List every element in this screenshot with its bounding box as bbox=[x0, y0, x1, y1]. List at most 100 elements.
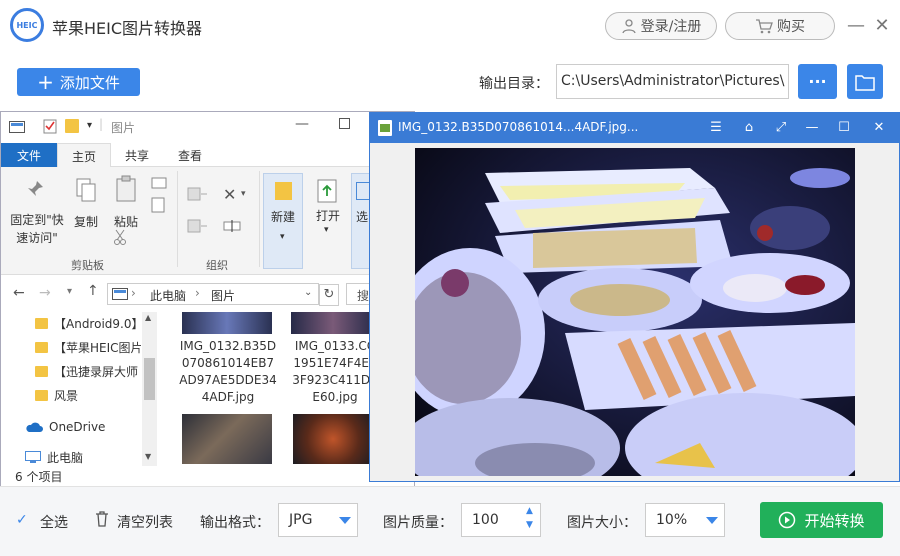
stepper-down-icon[interactable]: ▼ bbox=[526, 520, 533, 530]
nav-item-label: 【迅捷录屏大师 bbox=[54, 364, 139, 379]
copy-to-icon[interactable] bbox=[187, 219, 209, 233]
quick-access-dropdown-icon[interactable]: ▾ bbox=[87, 120, 92, 131]
new-dropdown-icon: ▾ bbox=[280, 232, 285, 242]
quality-value: 100 bbox=[472, 512, 499, 528]
refresh-icon[interactable]: ↻ bbox=[319, 284, 339, 306]
select-label: 选 bbox=[356, 210, 369, 224]
nav-item-label: 【苹果HEIC图片 bbox=[54, 340, 141, 355]
plus-icon: + bbox=[37, 70, 54, 94]
up-icon[interactable]: ↑ bbox=[87, 283, 99, 299]
scroll-down-icon[interactable]: ▼ bbox=[145, 452, 151, 461]
stepper-up-icon[interactable]: ▲ bbox=[526, 506, 533, 516]
title-separator: | bbox=[99, 117, 104, 131]
tab-home[interactable]: 主页 bbox=[57, 143, 112, 167]
delete-icon[interactable]: ✕ bbox=[223, 185, 236, 204]
pin-quick-access-button[interactable]: 固定到"快速访问" bbox=[7, 211, 67, 247]
open-button[interactable]: 打开 ▾ bbox=[307, 173, 349, 269]
tab-file[interactable]: 文件 bbox=[1, 143, 58, 167]
new-item-icon bbox=[275, 182, 292, 200]
move-to-icon[interactable] bbox=[187, 187, 209, 201]
viewer-title-bar: IMG_0132.B35D070861014...4ADF.jpg... ☰ ⌂… bbox=[370, 113, 900, 143]
buy-button[interactable]: 购买 bbox=[725, 12, 835, 40]
address-dropdown-icon[interactable]: ⌄ bbox=[304, 287, 312, 298]
folder-icon bbox=[35, 341, 48, 353]
nav-scroll-thumb[interactable] bbox=[144, 358, 155, 400]
nav-item-android[interactable]: 【Android9.0】 bbox=[1, 312, 141, 334]
nav-item-label: 【Android9.0】 bbox=[54, 316, 141, 331]
viewer-maximize-icon[interactable]: ☐ bbox=[835, 118, 853, 136]
minimize-icon[interactable]: — bbox=[845, 14, 867, 36]
copy-path-icon[interactable] bbox=[151, 177, 167, 189]
organize-group-label: 组织 bbox=[206, 259, 228, 272]
nav-item-onedrive[interactable]: OneDrive bbox=[1, 416, 141, 438]
rename-icon[interactable] bbox=[223, 219, 241, 233]
file-name-line: 4ADF.jpg bbox=[201, 390, 255, 404]
file-thumbnail[interactable] bbox=[182, 414, 272, 464]
tab-share[interactable]: 共享 bbox=[111, 143, 163, 167]
output-path-field[interactable]: C:\Users\Administrator\Pictures\ bbox=[556, 64, 789, 99]
format-value: JPG bbox=[289, 512, 313, 528]
select-all-label[interactable]: 全选 bbox=[40, 512, 68, 532]
viewer-minimize-icon[interactable]: — bbox=[803, 118, 821, 136]
ribbon-tabs: 文件 主页 共享 查看 bbox=[1, 143, 414, 167]
explorer-minimize-icon[interactable]: — bbox=[295, 116, 309, 132]
delete-dropdown-icon[interactable]: ▾ bbox=[241, 189, 246, 199]
browse-more-button[interactable]: ··· bbox=[798, 64, 837, 99]
food-photo bbox=[415, 148, 855, 476]
nav-item-heic[interactable]: 【苹果HEIC图片 bbox=[1, 336, 141, 358]
navigation-pane: 【Android9.0】 【苹果HEIC图片 【迅捷录屏大师 风景 OneDri… bbox=[1, 310, 157, 466]
app-logo-text: HEIC bbox=[16, 20, 38, 30]
file-item[interactable]: IMG_0132.B35D 070861014EB7 AD97AE5DDE34 … bbox=[173, 310, 283, 405]
folder-icon bbox=[855, 74, 875, 91]
trash-icon[interactable] bbox=[95, 511, 109, 527]
cloud-icon bbox=[26, 422, 43, 432]
properties-check-icon[interactable] bbox=[43, 119, 57, 134]
nav-item-label: 此电脑 bbox=[47, 450, 84, 465]
fullscreen-icon[interactable]: ⤢ bbox=[772, 118, 790, 136]
forward-icon[interactable]: → bbox=[39, 285, 51, 301]
back-icon[interactable]: ← bbox=[13, 285, 25, 301]
copy-button[interactable]: 复制 bbox=[71, 213, 101, 230]
ribbon-separator bbox=[259, 171, 260, 267]
breadcrumb-pictures[interactable]: 图片 bbox=[211, 287, 235, 304]
buy-label: 购买 bbox=[777, 19, 805, 35]
new-folder-icon[interactable] bbox=[65, 119, 79, 133]
close-icon[interactable]: ✕ bbox=[871, 14, 893, 36]
breadcrumb-this-pc[interactable]: 此电脑 bbox=[150, 287, 186, 304]
login-button[interactable]: 登录/注册 bbox=[605, 12, 717, 40]
menu-icon[interactable]: ☰ bbox=[707, 118, 725, 136]
image-file-icon-inner bbox=[380, 124, 390, 132]
new-button[interactable]: 新建 ▾ bbox=[263, 173, 303, 269]
cut-icon[interactable] bbox=[113, 229, 127, 245]
file-thumbnail[interactable] bbox=[293, 414, 373, 464]
select-button[interactable]: 选 bbox=[351, 173, 371, 269]
scroll-up-icon[interactable]: ▲ bbox=[145, 313, 151, 322]
select-icon bbox=[356, 182, 370, 200]
nav-item-this-pc[interactable]: 此电脑 bbox=[1, 446, 141, 468]
quality-label: 图片质量： bbox=[383, 515, 453, 531]
start-convert-button[interactable]: 开始转换 bbox=[760, 502, 883, 538]
clear-list-button[interactable]: 清空列表 bbox=[117, 512, 173, 532]
address-bar[interactable]: › 此电脑 › 图片 ⌄ bbox=[107, 283, 319, 305]
paste-shortcut-icon[interactable] bbox=[151, 197, 165, 213]
chevron-down-icon bbox=[706, 517, 718, 524]
ribbon-separator bbox=[177, 171, 178, 267]
viewer-close-icon[interactable]: ✕ bbox=[870, 118, 888, 136]
recent-dropdown-icon[interactable]: ▾ bbox=[67, 286, 72, 297]
paste-button[interactable]: 粘贴 bbox=[111, 213, 141, 230]
size-select[interactable]: 10% bbox=[645, 503, 725, 537]
shirt-icon[interactable]: ⌂ bbox=[740, 118, 758, 136]
login-label: 登录/注册 bbox=[640, 19, 702, 35]
nav-item-recorder[interactable]: 【迅捷录屏大师 bbox=[1, 360, 141, 382]
tab-view[interactable]: 查看 bbox=[164, 143, 216, 167]
explorer-maximize-icon[interactable] bbox=[339, 118, 350, 129]
check-icon[interactable]: ✓ bbox=[16, 512, 28, 528]
size-label: 图片大小： bbox=[567, 515, 637, 531]
open-folder-button[interactable] bbox=[847, 64, 883, 99]
quality-stepper[interactable]: 100 ▲ ▼ bbox=[461, 503, 541, 537]
explorer-title-bar: ▾ | 图片 — bbox=[1, 112, 414, 142]
add-file-button[interactable]: + 添加文件 bbox=[17, 68, 140, 96]
nav-item-scenery[interactable]: 风景 bbox=[1, 384, 141, 406]
format-select[interactable]: JPG bbox=[278, 503, 358, 537]
output-dir-label: 输出目录： bbox=[479, 76, 549, 92]
